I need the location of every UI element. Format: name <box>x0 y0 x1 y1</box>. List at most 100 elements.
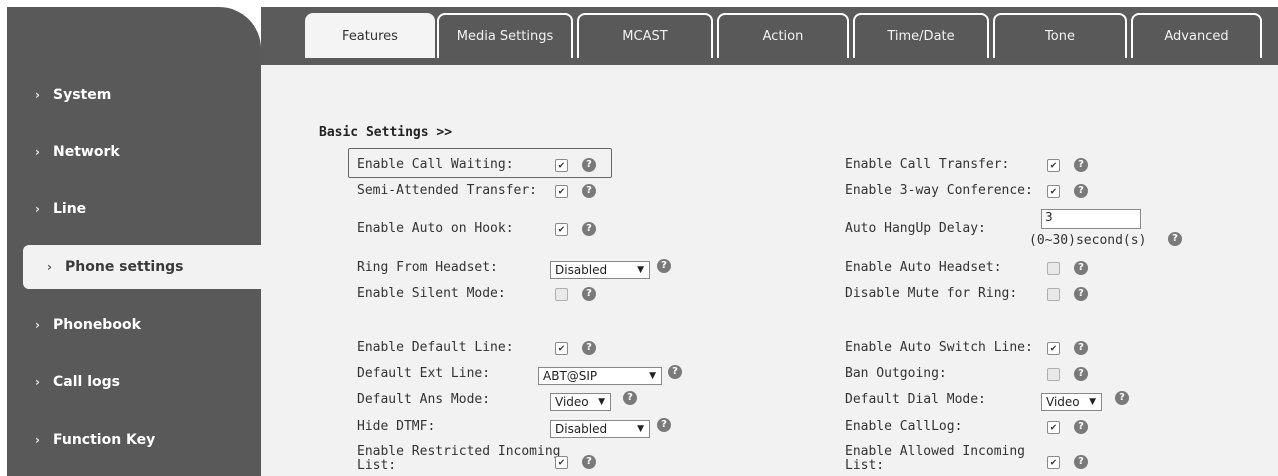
tab-label: Time/Date <box>887 29 955 44</box>
label-semi-attended-transfer: Semi-Attended Transfer: <box>357 183 538 198</box>
tab-media-settings[interactable]: Media Settings <box>437 13 573 58</box>
select-hide-dtmf[interactable]: Disabled ▼ <box>550 420 650 438</box>
label-enable-call-transfer: Enable Call Transfer: <box>845 157 1010 172</box>
checkbox-enable-auto-on-hook[interactable]: ✔ <box>555 223 568 236</box>
label-enable-silent-mode: Enable Silent Mode: <box>357 286 506 301</box>
tab-features[interactable]: Features <box>305 13 435 58</box>
help-icon[interactable]: ? <box>582 341 596 355</box>
dropdown-arrow-icon: ▼ <box>637 265 644 275</box>
label-hide-dtmf: Hide DTMF: <box>357 419 436 434</box>
checkbox-semi-attended-transfer[interactable]: ✔ <box>555 185 568 198</box>
sidebar-item-label: Network <box>53 144 120 160</box>
label-auto-hangup-delay: Auto HangUp Delay: <box>845 221 986 236</box>
label-default-ext-line: Default Ext Line: <box>357 366 491 381</box>
label-enable-calllog: Enable CallLog: <box>845 419 963 434</box>
checkbox-enable-allowed-incoming[interactable]: ✔ <box>1047 456 1060 469</box>
checkbox-enable-auto-switch-line[interactable]: ✔ <box>1047 342 1060 355</box>
label-default-dial-mode: Default Dial Mode: <box>845 392 986 407</box>
help-icon[interactable]: ? <box>582 184 596 198</box>
checkbox-disable-mute-for-ring[interactable] <box>1047 288 1060 301</box>
sidebar-item-line[interactable]: › Line <box>7 187 261 231</box>
help-icon[interactable]: ? <box>623 391 637 405</box>
chevron-right-icon: › <box>35 318 40 332</box>
help-icon[interactable]: ? <box>1074 184 1088 198</box>
label-enable-auto-headset: Enable Auto Headset: <box>845 260 1002 275</box>
checkbox-enable-call-transfer[interactable]: ✔ <box>1047 159 1060 172</box>
label-enable-3-way-conference: Enable 3-way Conference: <box>845 183 1033 198</box>
sidebar-item-label: Function Key <box>53 432 156 448</box>
tab-advanced[interactable]: Advanced <box>1131 13 1262 58</box>
label-ring-from-headset: Ring From Headset: <box>357 260 498 275</box>
chevron-right-icon: › <box>35 145 40 159</box>
sidebar-item-phonebook[interactable]: › Phonebook <box>7 303 261 347</box>
checkbox-ban-outgoing[interactable] <box>1047 368 1060 381</box>
dropdown-arrow-icon: ▼ <box>637 424 644 434</box>
label-enable-auto-switch-line: Enable Auto Switch Line: <box>845 340 1033 355</box>
sidebar-item-function-key[interactable]: › Function Key <box>7 418 261 462</box>
label-enable-call-waiting: Enable Call Waiting: <box>357 157 514 172</box>
sidebar-item-network[interactable]: › Network <box>7 130 261 174</box>
help-icon[interactable]: ? <box>1074 455 1088 469</box>
label-enable-allowed-incoming: Enable Allowed Incoming <box>845 444 1026 459</box>
help-icon[interactable]: ? <box>582 287 596 301</box>
help-icon[interactable]: ? <box>668 365 682 379</box>
checkbox-enable-3-way-conference[interactable]: ✔ <box>1047 185 1060 198</box>
help-icon[interactable]: ? <box>1074 158 1088 172</box>
label-enable-default-line: Enable Default Line: <box>357 340 514 355</box>
label-default-ans-mode: Default Ans Mode: <box>357 392 491 407</box>
checkbox-enable-restricted-incoming[interactable]: ✔ <box>555 456 568 469</box>
sidebar-item-label: Phonebook <box>53 317 141 333</box>
checkbox-enable-calllog[interactable]: ✔ <box>1047 421 1060 434</box>
checkbox-enable-silent-mode[interactable] <box>555 288 568 301</box>
tab-tone[interactable]: Tone <box>993 13 1127 58</box>
sidebar-header <box>7 7 261 63</box>
tab-label: MCAST <box>622 29 668 44</box>
hint-auto-hangup-delay: (0~30)second(s) <box>1029 233 1147 248</box>
dropdown-arrow-icon: ▼ <box>1089 397 1096 407</box>
select-ring-from-headset[interactable]: Disabled ▼ <box>550 261 650 279</box>
help-icon[interactable]: ? <box>582 222 596 236</box>
select-default-ans-mode[interactable]: Video ▼ <box>550 393 611 411</box>
tab-action[interactable]: Action <box>717 13 849 58</box>
sidebar-item-call-logs[interactable]: › Call logs <box>7 360 261 404</box>
select-default-dial-mode[interactable]: Video ▼ <box>1041 393 1102 411</box>
checkbox-enable-auto-headset[interactable] <box>1047 262 1060 275</box>
help-icon[interactable]: ? <box>1115 391 1129 405</box>
help-icon[interactable]: ? <box>1074 367 1088 381</box>
checkbox-enable-default-line[interactable]: ✔ <box>555 342 568 355</box>
help-icon[interactable]: ? <box>1074 261 1088 275</box>
select-value: Disabled <box>555 263 608 277</box>
help-icon[interactable]: ? <box>1074 287 1088 301</box>
chevron-right-icon: › <box>47 260 52 274</box>
label-enable-restricted-incoming-list: List: <box>357 458 397 473</box>
tab-time-date[interactable]: Time/Date <box>853 13 989 58</box>
sidebar-item-phone-settings[interactable]: › Phone settings <box>23 245 261 289</box>
help-icon[interactable]: ? <box>582 158 596 172</box>
help-icon[interactable]: ? <box>582 455 596 469</box>
chevron-right-icon: › <box>35 88 40 102</box>
dropdown-arrow-icon: ▼ <box>598 397 605 407</box>
help-icon[interactable]: ? <box>1074 341 1088 355</box>
select-value: Video <box>1046 395 1080 409</box>
help-icon[interactable]: ? <box>1074 420 1088 434</box>
help-icon[interactable]: ? <box>657 259 671 273</box>
dropdown-arrow-icon: ▼ <box>649 371 656 381</box>
help-icon[interactable]: ? <box>1168 232 1182 246</box>
select-default-ext-line[interactable]: ABT@SIP ▼ <box>538 367 662 385</box>
chevron-right-icon: › <box>35 433 40 447</box>
sidebar-item-label: Call logs <box>53 374 120 390</box>
chevron-right-icon: › <box>35 375 40 389</box>
checkbox-enable-call-waiting[interactable]: ✔ <box>555 159 568 172</box>
help-icon[interactable]: ? <box>657 418 671 432</box>
label-enable-allowed-incoming-list: List: <box>845 458 885 473</box>
sidebar-item-label: Line <box>53 201 87 217</box>
label-ban-outgoing: Ban Outgoing: <box>845 366 947 381</box>
sidebar-item-system[interactable]: › System <box>7 73 261 117</box>
tab-mcast[interactable]: MCAST <box>577 13 713 58</box>
chevron-right-icon: › <box>35 202 40 216</box>
sidebar-item-label: Phone settings <box>65 259 184 275</box>
input-auto-hangup-delay[interactable]: 3 <box>1041 209 1141 229</box>
sidebar: › System › Network › Line › Phone settin… <box>7 7 261 476</box>
settings-panel: Basic Settings >> Enable Call Waiting: ✔… <box>261 65 1278 476</box>
select-value: Video <box>555 395 589 409</box>
